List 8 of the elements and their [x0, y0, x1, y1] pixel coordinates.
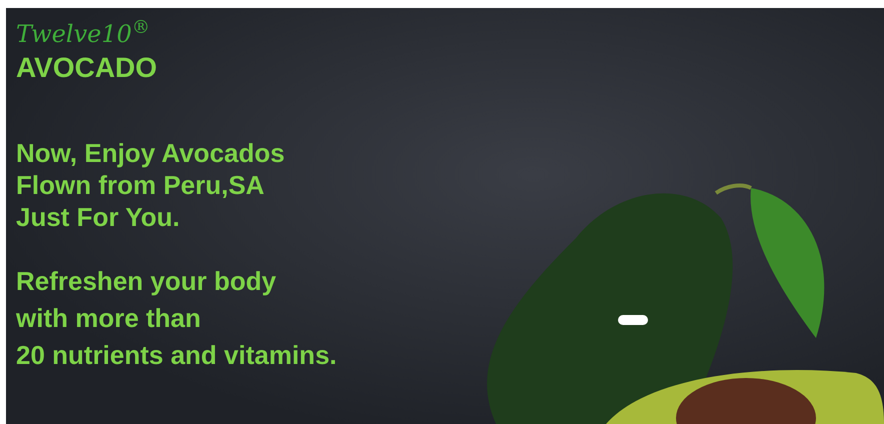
brand-logo: Twelve10$^{®}$	[16, 22, 150, 46]
tagline-text: with more than	[16, 302, 201, 335]
headline-text: Flown from Peru,SA	[16, 169, 264, 201]
headline-text: Just For You.	[16, 201, 180, 233]
tagline-text: Refreshen your body	[16, 265, 276, 298]
product-title: AVOCADO	[16, 51, 158, 85]
headline-text: Now, Enjoy Avocados	[16, 137, 285, 169]
tagline-text: 20 nutrients and vitamins.	[16, 339, 337, 372]
